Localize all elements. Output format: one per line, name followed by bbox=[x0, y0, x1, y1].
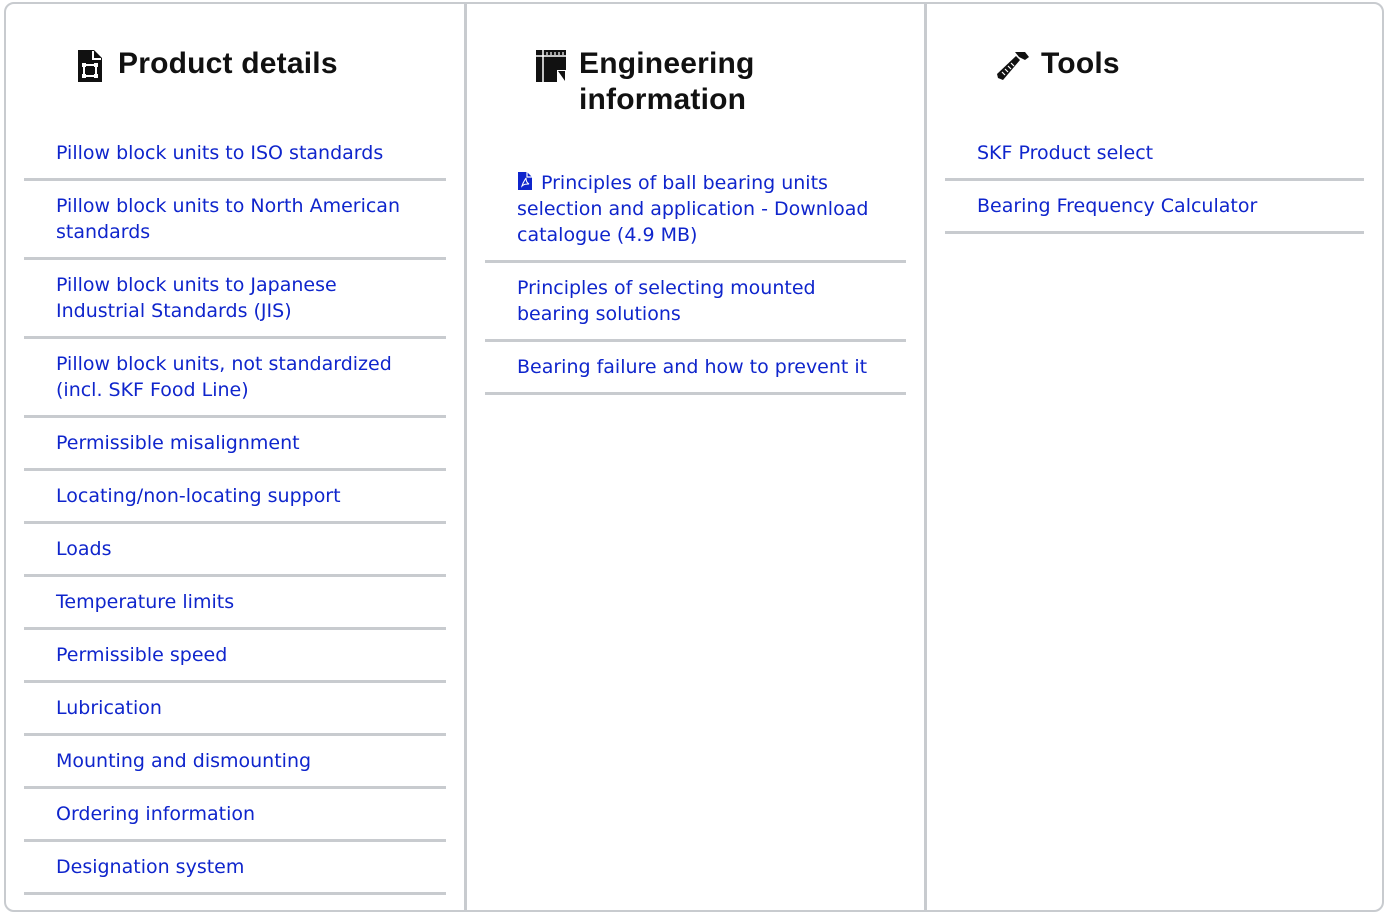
link-skf-product-select[interactable]: SKF Product select bbox=[977, 140, 1332, 166]
list-item: Locating/non-locating support bbox=[24, 471, 446, 524]
list-item: Bearing failure and how to prevent it bbox=[485, 342, 906, 395]
product-details-title: Product details bbox=[118, 47, 338, 80]
link-ordering-information[interactable]: Ordering information bbox=[56, 801, 414, 827]
product-details-links: Pillow block units to ISO standards Pill… bbox=[24, 128, 446, 895]
link-ball-bearing-units-catalogue[interactable]: Principles of ball bearing units selecti… bbox=[517, 170, 874, 248]
list-item: Mounting and dismounting bbox=[24, 736, 446, 789]
link-selecting-mounted-bearing[interactable]: Principles of selecting mounted bearing … bbox=[517, 275, 874, 327]
list-item: Pillow block units to North American sta… bbox=[24, 181, 446, 260]
list-item: Permissible misalignment bbox=[24, 418, 446, 471]
link-permissible-speed[interactable]: Permissible speed bbox=[56, 642, 414, 668]
book-icon bbox=[536, 50, 566, 82]
link-lubrication[interactable]: Lubrication bbox=[56, 695, 414, 721]
tools-column: Tools SKF Product select Bearing Frequen… bbox=[924, 4, 1382, 910]
link-panel: Product details Pillow block units to IS… bbox=[4, 2, 1384, 912]
list-item: Pillow block units, not standardized (in… bbox=[24, 339, 446, 418]
link-iso-standards[interactable]: Pillow block units to ISO standards bbox=[56, 140, 414, 166]
link-temperature-limits[interactable]: Temperature limits bbox=[56, 589, 414, 615]
list-item: SKF Product select bbox=[945, 128, 1364, 181]
list-item: Designation system bbox=[24, 842, 446, 895]
list-item: Permissible speed bbox=[24, 630, 446, 683]
engineering-information-header: Engineering information bbox=[485, 4, 906, 150]
link-designation-system[interactable]: Designation system bbox=[56, 854, 414, 880]
document-icon bbox=[78, 50, 102, 82]
tools-header: Tools bbox=[945, 4, 1364, 108]
list-item: Ordering information bbox=[24, 789, 446, 842]
link-jis-standards[interactable]: Pillow block units to Japanese Industria… bbox=[56, 272, 414, 324]
link-bearing-failure[interactable]: Bearing failure and how to prevent it bbox=[517, 354, 874, 380]
product-details-column: Product details Pillow block units to IS… bbox=[6, 4, 464, 910]
link-north-american-standards[interactable]: Pillow block units to North American sta… bbox=[56, 193, 414, 245]
list-item: Pillow block units to Japanese Industria… bbox=[24, 260, 446, 339]
list-item: Lubrication bbox=[24, 683, 446, 736]
link-bearing-frequency-calculator[interactable]: Bearing Frequency Calculator bbox=[977, 193, 1332, 219]
link-mounting-dismounting[interactable]: Mounting and dismounting bbox=[56, 748, 414, 774]
list-item: Principles of selecting mounted bearing … bbox=[485, 263, 906, 342]
list-item: Bearing Frequency Calculator bbox=[945, 181, 1364, 234]
hammer-icon bbox=[997, 52, 1029, 80]
link-permissible-misalignment[interactable]: Permissible misalignment bbox=[56, 430, 414, 456]
list-item: Principles of ball bearing units selecti… bbox=[485, 158, 906, 263]
tools-title: Tools bbox=[1041, 47, 1120, 80]
link-ball-bearing-units-catalogue-label: Principles of ball bearing units selecti… bbox=[517, 172, 869, 246]
product-details-header: Product details bbox=[24, 4, 446, 108]
pdf-icon bbox=[518, 172, 532, 190]
list-item: Loads bbox=[24, 524, 446, 577]
engineering-information-links: Principles of ball bearing units selecti… bbox=[485, 158, 906, 395]
list-item: Temperature limits bbox=[24, 577, 446, 630]
tools-links: SKF Product select Bearing Frequency Cal… bbox=[945, 128, 1364, 234]
engineering-information-column: Engineering information Principles of ba… bbox=[464, 4, 924, 910]
link-not-standardized[interactable]: Pillow block units, not standardized (in… bbox=[56, 351, 414, 403]
link-locating-support[interactable]: Locating/non-locating support bbox=[56, 483, 414, 509]
link-loads[interactable]: Loads bbox=[56, 536, 414, 562]
list-item: Pillow block units to ISO standards bbox=[24, 128, 446, 181]
engineering-information-title: Engineering information bbox=[579, 47, 755, 116]
